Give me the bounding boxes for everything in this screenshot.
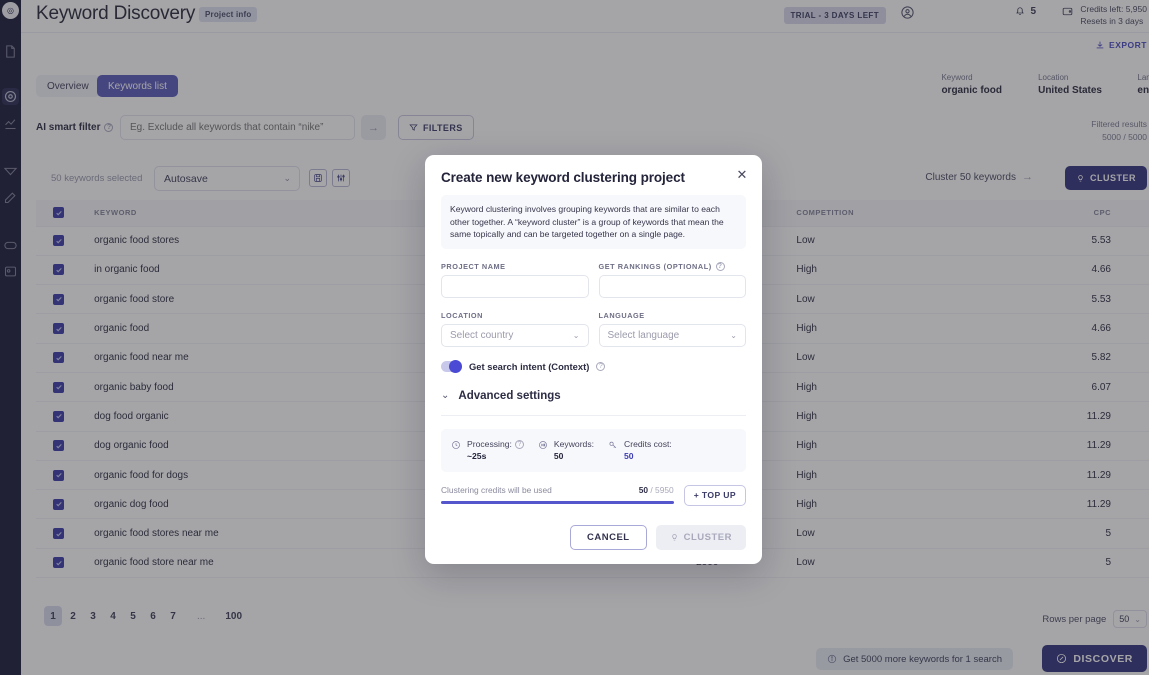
stat-keywords: Keywords: 50 bbox=[538, 438, 594, 463]
cancel-label: CANCEL bbox=[587, 532, 630, 543]
chevron-down-icon: ⌄ bbox=[441, 390, 449, 401]
modal-actions: CANCEL CLUSTER bbox=[441, 525, 746, 550]
stat-processing-value: ~25s bbox=[467, 450, 524, 463]
get-rankings-label-text: GET RANKINGS (OPTIONAL) bbox=[599, 262, 712, 271]
modal-row-2: LOCATION Select country ⌄ LANGUAGE Selec… bbox=[441, 311, 746, 347]
credits-progress-bar bbox=[441, 501, 674, 504]
help-icon[interactable]: ? bbox=[716, 262, 725, 271]
credits-note: Clustering credits will be used bbox=[441, 485, 552, 495]
chevron-down-icon: ⌄ bbox=[573, 331, 580, 340]
credits-total: / 5950 bbox=[650, 485, 673, 495]
advanced-settings-row[interactable]: ⌄ Advanced settings bbox=[441, 390, 746, 416]
top-up-button[interactable]: + TOP UP bbox=[684, 485, 746, 506]
location-label-text: LOCATION bbox=[441, 311, 483, 320]
credits-usage-row: Clustering credits will be used 50 / 595… bbox=[441, 485, 746, 506]
location-placeholder: Select country bbox=[450, 330, 513, 341]
stat-processing-label: Processing: bbox=[467, 438, 512, 451]
get-rankings-label: GET RANKINGS (OPTIONAL) ? bbox=[599, 262, 747, 271]
chevron-down-icon: ⌄ bbox=[730, 331, 737, 340]
top-up-label: + TOP UP bbox=[694, 490, 736, 500]
project-name-field-group: PROJECT NAME bbox=[441, 262, 589, 298]
cancel-button[interactable]: CANCEL bbox=[570, 525, 647, 550]
location-select[interactable]: Select country ⌄ bbox=[441, 324, 589, 347]
location-label: LOCATION bbox=[441, 311, 589, 320]
keyword-icon bbox=[538, 440, 548, 450]
modal-description: Keyword clustering involves grouping key… bbox=[441, 195, 746, 249]
stat-credits-cost-value: 50 bbox=[624, 450, 672, 463]
language-select[interactable]: Select language ⌄ bbox=[599, 324, 747, 347]
help-icon[interactable]: ? bbox=[515, 440, 524, 449]
language-field-group: LANGUAGE Select language ⌄ bbox=[599, 311, 747, 347]
location-field-group: LOCATION Select country ⌄ bbox=[441, 311, 589, 347]
modal-cluster-label: CLUSTER bbox=[684, 532, 732, 543]
stats-box: Processing: ? ~25s Keywords: 50 bbox=[441, 429, 746, 472]
modal-row-1: PROJECT NAME GET RANKINGS (OPTIONAL) ? bbox=[441, 262, 746, 298]
get-rankings-field-group: GET RANKINGS (OPTIONAL) ? bbox=[599, 262, 747, 298]
clock-icon bbox=[451, 440, 461, 450]
stat-keywords-value: 50 bbox=[554, 450, 594, 463]
stat-keywords-label: Keywords: bbox=[554, 438, 594, 451]
project-name-label: PROJECT NAME bbox=[441, 262, 589, 271]
project-name-input[interactable] bbox=[441, 275, 589, 298]
stat-processing: Processing: ? ~25s bbox=[451, 438, 524, 463]
app-root: ◎ Keyword Discove bbox=[0, 0, 1149, 675]
stat-credits-cost: Credits cost: 50 bbox=[608, 438, 672, 463]
modal-title: Create new keyword clustering project bbox=[441, 170, 746, 185]
stat-credits-cost-label: Credits cost: bbox=[624, 438, 672, 451]
credits-used: 50 bbox=[639, 485, 648, 495]
project-name-label-text: PROJECT NAME bbox=[441, 262, 506, 271]
modal-cluster-button[interactable]: CLUSTER bbox=[656, 525, 746, 550]
get-rankings-input[interactable] bbox=[599, 275, 747, 298]
language-label: LANGUAGE bbox=[599, 311, 747, 320]
search-intent-toggle[interactable] bbox=[441, 361, 462, 372]
bulb-icon bbox=[670, 533, 679, 542]
search-intent-row: Get search intent (Context) ? bbox=[441, 361, 746, 372]
language-label-text: LANGUAGE bbox=[599, 311, 645, 320]
language-placeholder: Select language bbox=[608, 330, 680, 341]
help-icon[interactable]: ? bbox=[596, 362, 605, 371]
key-icon bbox=[608, 440, 618, 450]
create-clustering-project-modal: Create new keyword clustering project ✕ … bbox=[425, 155, 762, 564]
search-intent-label: Get search intent (Context) bbox=[469, 361, 589, 372]
advanced-settings-label: Advanced settings bbox=[458, 390, 560, 402]
close-icon[interactable]: ✕ bbox=[735, 168, 749, 182]
